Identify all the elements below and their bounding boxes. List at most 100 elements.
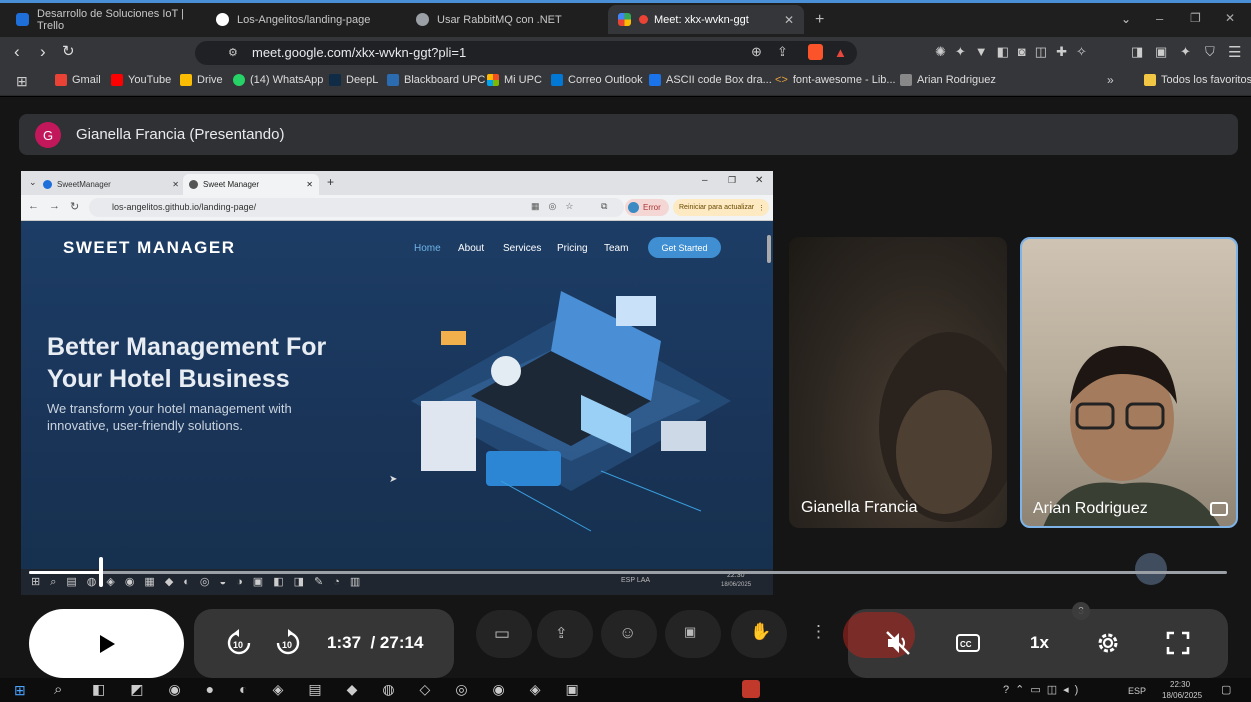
microsoft-icon: [487, 74, 499, 86]
zoom-icon[interactable]: ⊕: [751, 44, 762, 60]
profile-icon: [628, 202, 639, 213]
participant-tile-active[interactable]: Arian Rodriguez: [1020, 237, 1238, 528]
fullscreen-button[interactable]: [1163, 628, 1193, 658]
rewind-10-icon: 10: [227, 629, 251, 655]
bookmark-deepl[interactable]: DeepL: [329, 74, 378, 86]
participant-video: [1043, 345, 1220, 526]
apps-icon[interactable]: ⊞: [16, 73, 28, 90]
brave-shield-icon[interactable]: [808, 44, 823, 60]
participant-name: Arian Rodriguez: [1033, 500, 1148, 517]
maximize-icon[interactable]: ❐: [1190, 11, 1201, 25]
tab-trello[interactable]: Desarrollo de Soluciones IoT | Trello: [6, 5, 202, 34]
extensions-icon: ⧉: [601, 201, 608, 211]
close-tab-icon[interactable]: ✕: [784, 13, 794, 27]
captions-button[interactable]: CC: [953, 629, 983, 657]
leo-icon[interactable]: ✦: [1180, 44, 1191, 60]
tab-title: Desarrollo de Soluciones IoT | Trello: [37, 7, 184, 32]
tab-title: Usar RabbitMQ con .NET: [437, 13, 562, 26]
presenter-label: Gianella Francia (Presentando): [76, 126, 285, 143]
url-text: meet.google.com/xkx-wvkn-ggt?pli=1: [252, 45, 467, 60]
hand-icon: ✋: [750, 622, 772, 641]
rewind-10-button[interactable]: 10: [224, 628, 254, 658]
shared-address-bar: ← → ↻ los-angelitos.github.io/landing-pa…: [21, 195, 773, 221]
bookmark-miupc[interactable]: Mi UPC: [487, 74, 542, 86]
notifications-icon[interactable]: ▢: [1221, 683, 1231, 696]
tray-language: ESP: [1128, 686, 1147, 696]
brave-rewards-icon[interactable]: ▲: [834, 45, 847, 60]
bookmark-arian[interactable]: Arian Rodriguez: [900, 74, 996, 86]
participant-video: [879, 332, 1007, 522]
reload-icon[interactable]: ↻: [62, 42, 75, 60]
bookmark-drive[interactable]: Drive: [180, 74, 223, 86]
fullscreen-icon: [1166, 631, 1190, 655]
playback-speed-button[interactable]: 1x: [1030, 633, 1049, 653]
shared-tray-date: 18/06/2025: [721, 582, 752, 588]
reload-icon: ↻: [70, 201, 80, 213]
error-chip: Error: [625, 199, 669, 216]
taskbar-app-icons[interactable]: ◧◩◉●◐◈▤◆◍◇◎◉◈▣: [92, 681, 604, 698]
svg-text:10: 10: [282, 640, 292, 650]
reactions-bubble-icon: [1135, 553, 1167, 585]
site-logo: SWEET MANAGER: [63, 238, 236, 257]
progress-handle[interactable]: [99, 557, 103, 587]
tab-search-icon[interactable]: ⌄: [1121, 12, 1131, 26]
more-options-icon: ⋮: [810, 622, 827, 641]
new-tab-icon[interactable]: +: [815, 11, 824, 29]
avatar: G: [35, 122, 61, 148]
system-tray-icons[interactable]: ?⌃▭◫◂): [1003, 683, 1084, 696]
windows-start-icon[interactable]: ⊞: [14, 682, 26, 699]
bookmark-outlook[interactable]: Correo Outlook: [551, 74, 643, 86]
participant-name: Gianella Francia: [801, 499, 918, 516]
tab-rabbitmq[interactable]: Usar RabbitMQ con .NET: [406, 5, 602, 34]
deepl-icon: [329, 74, 341, 86]
svg-text:CC: CC: [960, 640, 972, 649]
shared-tab-strip: ⌄ SweetManager ✕ Sweet Manager ✕ + – ❐ ✕: [21, 171, 773, 195]
wallet-icon[interactable]: ▣: [1155, 44, 1167, 60]
site-info-icon[interactable]: ⚙: [228, 46, 238, 59]
code-icon: <>: [775, 74, 788, 86]
update-chip: Reiniciar para actualizar ⋮: [673, 199, 769, 216]
tab-meet[interactable]: Meet: xkx-wvkn-ggt ✕: [608, 5, 804, 34]
bookmark-ascii[interactable]: ASCII code Box dra...: [649, 74, 772, 86]
volume-muted-icon: [886, 631, 910, 655]
app-icon-active[interactable]: [742, 680, 760, 698]
share-icon[interactable]: ⇪: [777, 44, 788, 60]
drive-icon: [180, 74, 192, 86]
more-bookmarks-icon[interactable]: »: [1107, 73, 1114, 87]
recording-icon: [639, 15, 648, 24]
camera-icon: ▭: [494, 624, 511, 643]
back-icon[interactable]: ‹: [14, 42, 20, 62]
bookmark-youtube[interactable]: YouTube: [111, 74, 171, 86]
menu-icon[interactable]: ☰: [1228, 43, 1241, 61]
blackboard-icon: [387, 74, 399, 86]
bookmark-whatsapp[interactable]: (14) WhatsApp: [233, 74, 323, 86]
sidebar-icon[interactable]: ◨: [1131, 44, 1143, 60]
shared-tray-lang: ESP LAA: [621, 577, 651, 584]
bookmark-blackboard[interactable]: Blackboard UPC: [387, 74, 485, 86]
bookmark-all[interactable]: Todos los favoritos: [1144, 74, 1251, 86]
settings-button[interactable]: [1093, 628, 1123, 658]
chevron-down-icon: ⌄: [29, 177, 37, 187]
progress-track[interactable]: [29, 571, 1227, 574]
shared-toolbar-icons: ▦◎☆: [531, 201, 583, 211]
forward-10-button[interactable]: 10: [273, 628, 303, 658]
person-icon: [900, 74, 912, 86]
bookmark-gmail[interactable]: Gmail: [55, 74, 101, 86]
meet-icon: [618, 13, 631, 26]
pip-icon[interactable]: [1210, 502, 1228, 516]
search-icon[interactable]: ⌕: [54, 681, 62, 698]
tab-github[interactable]: Los-Angelitos/landing-page: [206, 5, 402, 34]
forward-icon[interactable]: ›: [40, 42, 46, 62]
play-button[interactable]: [29, 609, 184, 678]
close-window-icon[interactable]: ✕: [1225, 11, 1235, 25]
tray-date: 18/06/2025: [1162, 691, 1203, 700]
time-display: 1:37 / 27:14: [327, 633, 423, 653]
mute-button[interactable]: [882, 627, 914, 659]
tab-title: Los-Angelitos/landing-page: [237, 13, 371, 26]
minimize-icon[interactable]: –: [1156, 11, 1163, 26]
play-icon: [99, 634, 115, 653]
vpn-icon[interactable]: ⛉: [1205, 44, 1215, 60]
bookmark-fontawesome[interactable]: <> font-awesome - Lib...: [775, 74, 896, 86]
participant-tile[interactable]: Gianella Francia: [789, 237, 1007, 528]
extensions-icon-row[interactable]: ✺✦▼◧◙◫✚✧: [935, 44, 1096, 60]
